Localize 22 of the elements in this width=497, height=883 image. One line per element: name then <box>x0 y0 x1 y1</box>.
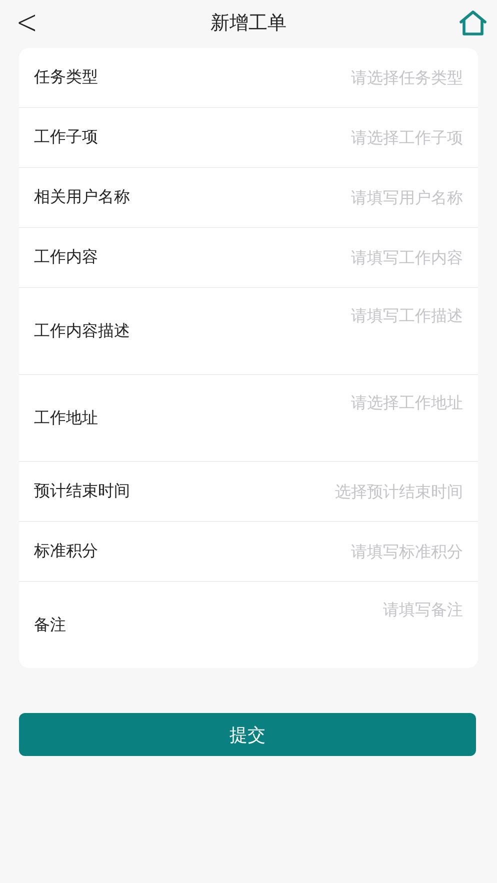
field-label: 预计结束时间 <box>34 481 130 502</box>
field-label: 工作内容 <box>34 247 98 268</box>
input-field[interactable]: 请填写备注 <box>66 600 463 640</box>
field-label: 备注 <box>34 615 66 636</box>
field-label: 工作地址 <box>34 408 98 429</box>
home-icon[interactable] <box>458 10 487 36</box>
input-field[interactable]: 请选择工作子项 <box>98 128 463 147</box>
input-field[interactable]: 请填写标准积分 <box>98 542 463 561</box>
input-field[interactable]: 请填写工作内容 <box>98 248 463 267</box>
field-label: 相关用户名称 <box>34 187 130 208</box>
back-button[interactable]: < <box>16 4 38 42</box>
input-field[interactable]: 请填写用户名称 <box>130 188 463 207</box>
input-field[interactable]: 请选择任务类型 <box>98 68 463 87</box>
input-field[interactable]: 请填写工作描述 <box>130 306 463 346</box>
input-field[interactable]: 请选择工作地址 <box>98 393 463 433</box>
page-title: 新增工单 <box>210 11 286 36</box>
field-label: 工作内容描述 <box>34 321 130 342</box>
submit-button[interactable]: 提交 <box>19 713 476 756</box>
field-label: 任务类型 <box>34 67 98 88</box>
field-label: 工作子项 <box>34 127 98 148</box>
field-label: 标准积分 <box>34 541 98 562</box>
input-field[interactable]: 选择预计结束时间 <box>130 482 463 501</box>
